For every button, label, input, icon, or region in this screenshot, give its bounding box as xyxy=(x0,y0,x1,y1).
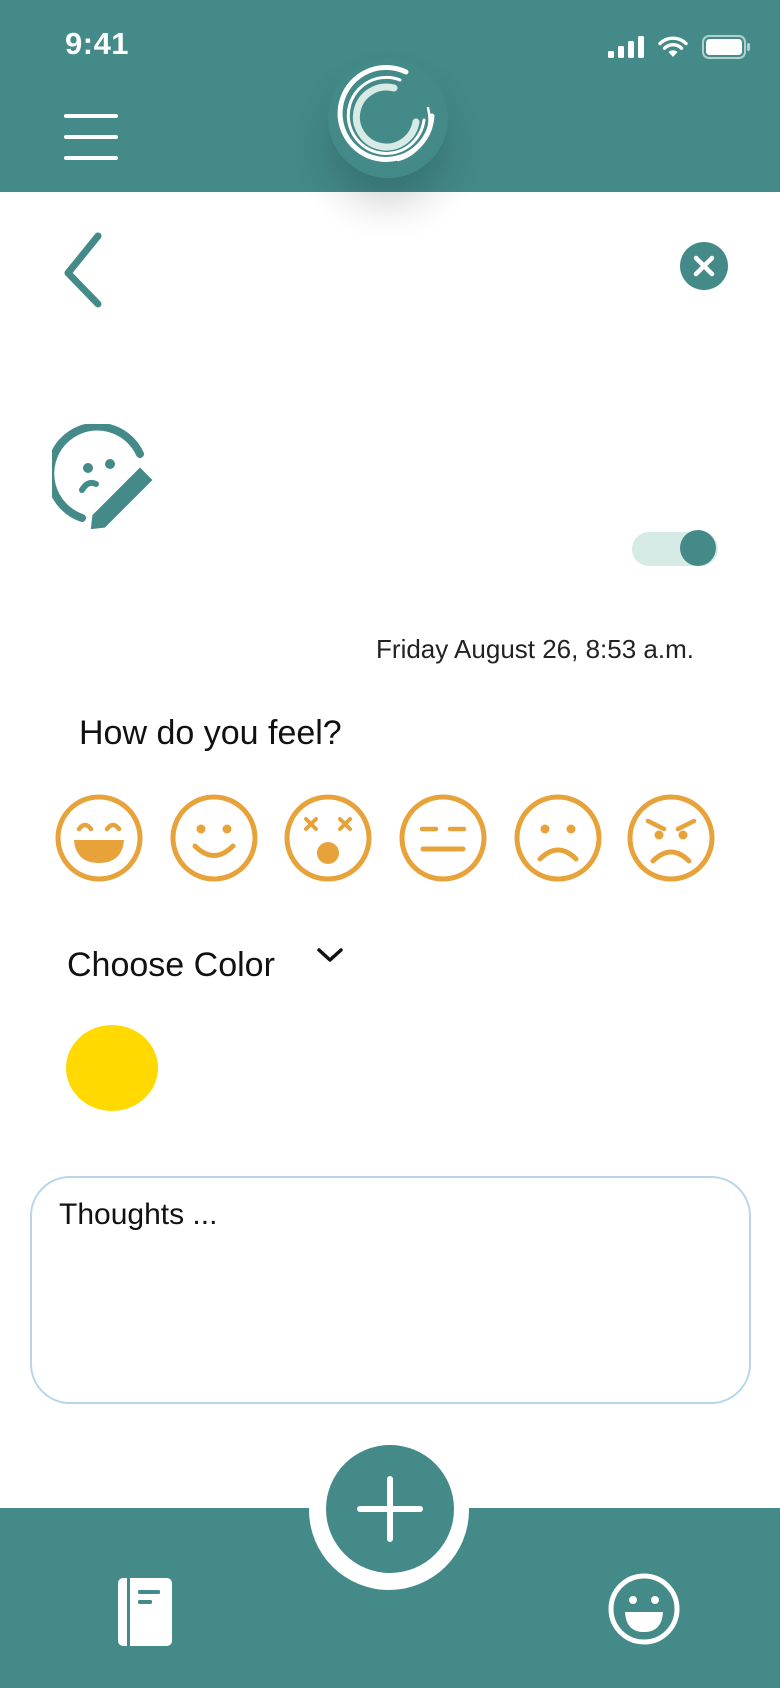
color-dropdown-toggle[interactable] xyxy=(315,946,345,966)
back-button[interactable] xyxy=(58,228,108,310)
swirl-logo-icon xyxy=(330,60,446,176)
battery-icon xyxy=(702,35,750,59)
sad-face-icon[interactable] xyxy=(513,793,603,883)
thoughts-input[interactable]: Thoughts ... xyxy=(30,1176,751,1404)
mood-tracker-button[interactable] xyxy=(607,1572,681,1646)
signal-icon xyxy=(608,36,644,58)
mood-edit-icon xyxy=(46,422,162,535)
status-time: 9:41 xyxy=(65,26,130,61)
hamburger-icon xyxy=(64,114,118,118)
status-icons xyxy=(608,34,750,60)
entry-toggle[interactable] xyxy=(632,530,718,566)
mood-selector xyxy=(54,793,724,883)
chevron-down-icon xyxy=(317,948,343,962)
plus-icon xyxy=(357,1476,423,1542)
entry-date: Friday August 26, 8:53 a.m. xyxy=(376,634,694,664)
feeling-question: How do you feel? xyxy=(79,714,342,752)
add-entry-button[interactable] xyxy=(326,1445,454,1573)
shocked-face-icon[interactable] xyxy=(283,793,373,883)
journal-button[interactable] xyxy=(116,1576,174,1648)
neutral-face-icon[interactable] xyxy=(398,793,488,883)
thoughts-placeholder: Thoughts ... xyxy=(59,1198,218,1231)
chevron-left-icon xyxy=(64,232,102,308)
angry-face-icon[interactable] xyxy=(626,793,716,883)
journal-icon xyxy=(118,1578,172,1646)
choose-color-label: Choose Color xyxy=(67,946,275,984)
laughing-face-icon[interactable] xyxy=(54,793,144,883)
wifi-icon xyxy=(658,36,688,57)
selected-color-swatch[interactable] xyxy=(66,1025,158,1111)
menu-button[interactable] xyxy=(64,114,118,160)
smiling-face-icon[interactable] xyxy=(169,793,259,883)
close-button[interactable] xyxy=(680,242,728,290)
toggle-knob xyxy=(680,530,716,566)
smile-icon xyxy=(608,1573,680,1645)
close-icon xyxy=(693,255,715,277)
app-logo[interactable] xyxy=(328,58,448,178)
